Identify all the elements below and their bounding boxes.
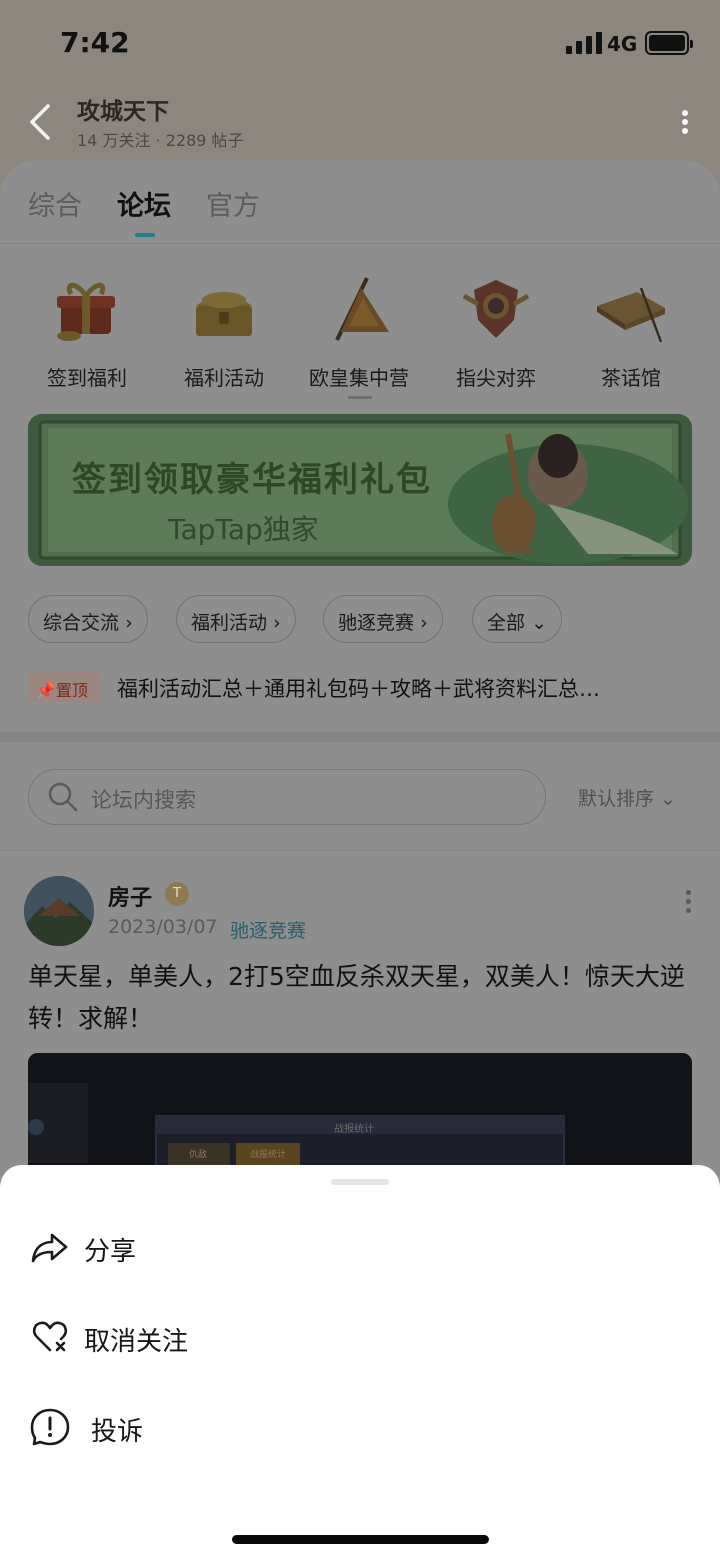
pinned-badge: 📌置顶 [28, 672, 102, 702]
pinned-post-title[interactable]: 福利活动汇总＋通用礼包码＋攻略＋武将资料汇总… [117, 673, 692, 703]
share-label: 分享 [84, 1237, 137, 1267]
category-row: 签到福利 福利活动 欧皇集中营 指尖对弈 茶话馆 [0, 270, 720, 390]
network-type: 4G [607, 32, 638, 56]
forum-search-input[interactable]: 论坛内搜索 [28, 769, 546, 825]
category-tea-house[interactable]: 茶话馆 [569, 270, 693, 391]
post-title[interactable]: 单天星，单美人，2打5空血反杀双天星，双美人！惊天大逆转！求解！ [28, 956, 688, 1040]
search-placeholder: 论坛内搜索 [91, 788, 196, 812]
sort-label: 默认排序 [578, 788, 655, 810]
post-date: 2023/03/07 [108, 916, 218, 938]
report-icon [30, 1408, 70, 1446]
post-author[interactable]: 房子 [108, 880, 152, 912]
chip-label: 福利活动 [191, 612, 268, 634]
pinned-badge-label: 置顶 [55, 681, 88, 700]
game-screenshot [28, 1053, 692, 1180]
category-fingertip-duel[interactable]: 指尖对弈 [434, 270, 558, 391]
book-icon [597, 287, 665, 343]
more-options-icon[interactable] [672, 106, 698, 138]
status-time: 7:42 [60, 26, 130, 59]
category-lucky-camp[interactable]: 欧皇集中营 [297, 270, 421, 391]
signal-icon [566, 32, 602, 54]
home-indicator[interactable] [232, 1535, 489, 1544]
active-tab-indicator [135, 233, 155, 237]
category-label: 欧皇集中营 [309, 366, 409, 390]
avatar-image [24, 876, 94, 946]
filter-chips: 综合交流 › 福利活动 › 驰逐竞赛 › 全部 ⌄ [0, 595, 720, 645]
chip-label: 综合交流 [43, 612, 120, 634]
banner-title: 签到领取豪华福利礼包 [72, 460, 432, 500]
sort-dropdown[interactable]: 默认排序 ⌄ [578, 784, 676, 811]
panel-tab-1: 仇敌 [189, 1150, 208, 1160]
forum-page: 7:42 4G 攻城天下 14 万关注 · 2289 帖子 综合 论坛 官方 签… [0, 0, 720, 1558]
shield-crest-icon [462, 280, 530, 338]
report-action[interactable]: 投诉 [0, 1385, 720, 1465]
tab-official[interactable]: 官方 [206, 184, 260, 223]
promo-banner[interactable]: 签到领取豪华福利礼包 TapTap独家 [28, 414, 692, 566]
game-stats: 14 万关注 · 2289 帖子 [77, 131, 244, 150]
chip-welfare[interactable]: 福利活动 › [176, 595, 296, 643]
action-sheet: 分享 取消关注 投诉 [0, 1165, 720, 1558]
gift-icon [57, 282, 115, 341]
panel-tab-2: 战报统计 [250, 1150, 287, 1160]
banner-subtitle: TapTap独家 [168, 513, 319, 546]
share-icon [31, 1233, 68, 1263]
chevron-right-icon: › [273, 612, 281, 634]
chip-label: 驰逐竞赛 [338, 612, 415, 634]
chip-all[interactable]: 全部 ⌄ [472, 595, 562, 643]
chip-competition[interactable]: 驰逐竞赛 › [323, 595, 443, 643]
tab-forum[interactable]: 论坛 [117, 184, 171, 223]
back-arrow-icon[interactable] [22, 102, 62, 142]
chip-general[interactable]: 综合交流 › [28, 595, 148, 643]
report-label: 投诉 [91, 1417, 144, 1447]
section-divider [0, 732, 720, 742]
battery-icon [645, 31, 693, 55]
chevron-right-icon: › [125, 612, 133, 634]
divider [0, 850, 720, 851]
category-label: 签到福利 [47, 366, 127, 390]
verified-badge: T [165, 882, 189, 906]
category-label: 茶话馆 [601, 366, 661, 390]
avatar[interactable] [24, 876, 94, 946]
forum-card: 综合 论坛 官方 签到福利 福利活动 欧皇集中营 指尖对弈 茶话馆 签到领取豪华… [0, 160, 720, 1180]
chevron-right-icon: › [420, 612, 428, 634]
war-flag-icon [335, 277, 389, 341]
tab-overview[interactable]: 综合 [28, 184, 82, 223]
tab-bar: 综合 论坛 官方 [0, 160, 720, 244]
treasure-chest-icon [196, 292, 252, 336]
panel-title: 战报统计 [334, 1124, 374, 1135]
sheet-handle[interactable] [331, 1179, 389, 1185]
search-icon [48, 782, 78, 812]
carousel-indicator [348, 396, 372, 399]
chevron-down-icon: ⌄ [660, 788, 676, 810]
category-welfare[interactable]: 福利活动 [162, 270, 286, 391]
chip-label: 全部 [487, 612, 526, 634]
post-more-icon[interactable] [684, 890, 694, 914]
category-label: 指尖对弈 [456, 366, 536, 390]
pin-icon: 📌 [36, 681, 56, 700]
unfollow-label: 取消关注 [84, 1327, 189, 1357]
post-category-tag[interactable]: 驰逐竞赛 [230, 916, 306, 943]
unfollow-action[interactable]: 取消关注 [0, 1295, 720, 1375]
category-checkin[interactable]: 签到福利 [25, 270, 149, 391]
post-image[interactable]: 战报统计 仇敌 战报统计 [28, 1053, 692, 1180]
game-title: 攻城天下 [77, 99, 169, 125]
chevron-down-icon: ⌄ [531, 612, 547, 634]
category-label: 福利活动 [184, 366, 264, 390]
unfollow-heart-icon [32, 1321, 68, 1352]
status-bar: 7:42 4G [0, 0, 720, 86]
share-action[interactable]: 分享 [0, 1205, 720, 1285]
